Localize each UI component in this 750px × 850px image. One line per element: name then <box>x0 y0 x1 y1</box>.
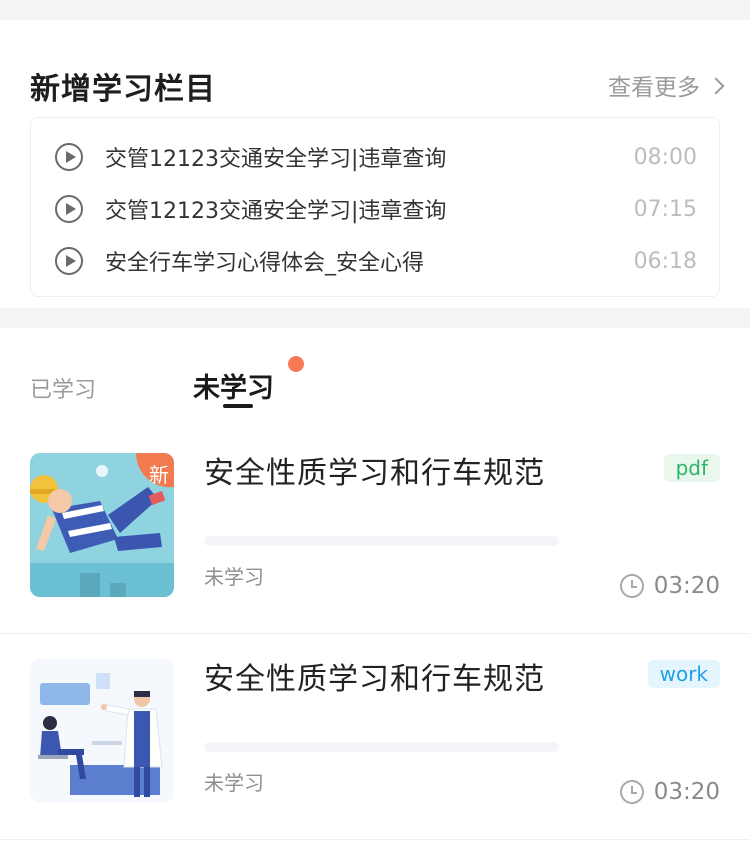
course-duration: 03:20 <box>619 779 720 805</box>
view-more-label: 查看更多 <box>608 75 700 101</box>
file-type-tag: work <box>647 660 720 688</box>
duration-text: 03:20 <box>653 573 720 599</box>
doctor-illustration <box>30 659 174 803</box>
progress-bar <box>204 742 559 752</box>
active-tab-indicator <box>223 404 253 408</box>
video-item[interactable]: 安全行车学习心得体会_安全心得 06:18 <box>31 241 721 281</box>
recent-video-list: 交管12123交通安全学习|违章查询 08:00 交管12123交通安全学习|违… <box>30 117 720 297</box>
course-duration: 03:20 <box>619 573 720 599</box>
video-duration: 07:15 <box>633 196 697 222</box>
file-type-tag: pdf <box>663 454 720 482</box>
clock-icon <box>619 574 644 598</box>
tab-learned[interactable]: 已学习 <box>30 372 96 404</box>
study-status: 未学习 <box>204 771 264 795</box>
video-item[interactable]: 交管12123交通安全学习|违章查询 08:00 <box>31 137 721 177</box>
tab-unlearned[interactable]: 未学习 <box>193 366 274 405</box>
video-item[interactable]: 交管12123交通安全学习|违章查询 07:15 <box>31 189 721 229</box>
clock-icon <box>619 780 644 804</box>
play-icon <box>55 195 83 223</box>
course-item[interactable]: 安全性质学习和行车规范 work 未学习 03:20 <box>0 634 750 840</box>
recent-section: 新增学习栏目 查看更多 交管12123交通安全学习|违章查询 08:00 交管1… <box>0 20 750 308</box>
course-title: 安全性质学习和行车规范 <box>204 662 545 697</box>
course-list-section: 已学习 未学习 新 安全性质学习和行车规范 pdf 未学习 03:20 安全性质… <box>0 328 750 850</box>
chevron-right-icon <box>707 77 725 95</box>
top-spacer <box>0 0 750 20</box>
video-duration: 08:00 <box>633 144 697 170</box>
duration-text: 03:20 <box>653 779 720 805</box>
section-title: 新增学习栏目 <box>30 72 216 107</box>
study-status: 未学习 <box>204 565 264 589</box>
play-icon <box>55 247 83 275</box>
course-item[interactable]: 新 安全性质学习和行车规范 pdf 未学习 03:20 <box>0 428 750 634</box>
view-more-link[interactable]: 查看更多 <box>608 68 725 102</box>
progress-bar <box>204 536 559 546</box>
new-badge: 新 <box>149 463 169 487</box>
notification-dot <box>288 356 304 372</box>
course-thumbnail: 新 <box>30 453 174 597</box>
course-title: 安全性质学习和行车规范 <box>204 456 545 491</box>
video-title: 安全行车学习心得体会_安全心得 <box>105 251 425 276</box>
video-title: 交管12123交通安全学习|违章查询 <box>105 199 447 224</box>
play-icon <box>55 143 83 171</box>
video-duration: 06:18 <box>633 248 697 274</box>
course-thumbnail <box>30 659 174 803</box>
video-title: 交管12123交通安全学习|违章查询 <box>105 147 447 172</box>
